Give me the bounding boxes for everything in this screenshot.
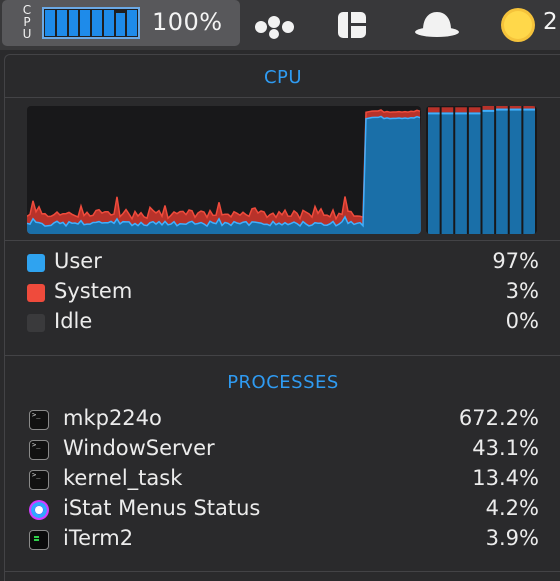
legend-label: User [54, 249, 102, 273]
core-user-bar [428, 112, 440, 234]
idle-swatch [27, 314, 45, 332]
core-user-edge [482, 109, 495, 112]
legend-label: System [54, 279, 133, 303]
layout-icon[interactable] [337, 0, 367, 50]
core-system-bar [468, 107, 481, 113]
terminal-icon [29, 440, 49, 460]
core-system-bar [428, 107, 440, 113]
core-user-edge [468, 112, 481, 115]
core-user-edge [441, 112, 454, 115]
cpu-dropdown-panel: CPU User 97% System 3% Idle 0% PROCESSES… [4, 54, 560, 581]
core-system-bar [455, 107, 467, 113]
core-system-bar [482, 106, 495, 110]
legend-value: 97% [492, 249, 539, 273]
core-bar [80, 10, 90, 36]
core-user-bar [523, 108, 535, 234]
system-area [27, 110, 421, 234]
divider [5, 355, 560, 356]
cpu-menu-item[interactable]: C P U 100% [2, 0, 240, 46]
dots-icon[interactable] [252, 0, 300, 50]
cpu-percent: 100% [152, 8, 223, 36]
process-cpu: 13.4% [472, 466, 539, 490]
core-system-bar [523, 106, 535, 109]
process-row[interactable]: kernel_task 13.4% [27, 465, 539, 495]
process-row[interactable]: iStat Menus Status 4.2% [27, 495, 539, 525]
hat-icon[interactable] [412, 0, 462, 50]
core-user-bar [509, 108, 522, 234]
cpu-section-title: CPU [263, 67, 303, 88]
user-line [27, 115, 421, 228]
process-row[interactable]: iTerm2 3.9% [27, 525, 539, 555]
sun-icon[interactable] [499, 0, 537, 50]
menubar-trailing-text[interactable]: 2 [543, 9, 558, 35]
core-bar [103, 10, 114, 36]
cpu-history-graph [27, 106, 421, 234]
cpu-vertical-label: C P U [20, 4, 34, 40]
core-user-edge [509, 108, 522, 111]
core-user-bar [441, 112, 454, 234]
divider [5, 571, 560, 572]
iterm-icon [29, 530, 49, 550]
legend-idle: Idle 0% [27, 308, 539, 338]
cpu-core-bars [42, 7, 140, 39]
core-system-bar [441, 107, 454, 113]
core-system-bar [496, 106, 508, 109]
legend-label: Idle [54, 309, 93, 333]
process-cpu: 43.1% [472, 436, 539, 460]
core-user-edge [428, 112, 440, 115]
legend-value: 3% [505, 279, 539, 303]
core-user-edge [523, 108, 535, 111]
core-user-edge [496, 108, 508, 111]
terminal-icon [29, 410, 49, 430]
core-bar [92, 10, 102, 36]
process-name: kernel_task [63, 466, 183, 490]
process-cpu: 3.9% [485, 526, 539, 550]
process-cpu: 4.2% [485, 496, 539, 520]
process-name: iStat Menus Status [63, 496, 261, 520]
core-user-bar [455, 112, 467, 234]
system-swatch [27, 284, 45, 302]
processes-section-title: PROCESSES [227, 372, 339, 393]
legend-value: 0% [505, 309, 539, 333]
cpu-core-meters [426, 106, 537, 234]
process-name: WindowServer [63, 436, 215, 460]
legend-user: User 97% [27, 248, 539, 278]
divider [5, 97, 560, 98]
cpu-label-letter: U [22, 27, 32, 41]
core-bar [68, 10, 79, 36]
terminal-icon [29, 470, 49, 490]
core-user-bar [482, 109, 495, 234]
core-user-edge [455, 112, 467, 115]
menu-bar: C P U 100% 2 [0, 0, 560, 50]
divider [5, 240, 560, 241]
istat-icon [29, 500, 49, 520]
core-system-bar [509, 106, 522, 109]
system-line [27, 109, 421, 221]
process-row[interactable]: WindowServer 43.1% [27, 435, 539, 465]
process-name: mkp224o [63, 406, 162, 430]
core-bar [45, 10, 55, 36]
core-user-bar [468, 112, 481, 234]
core-user-bar [496, 108, 508, 234]
process-row[interactable]: mkp224o 672.2% [27, 405, 539, 435]
legend-system: System 3% [27, 278, 539, 308]
process-cpu: 672.2% [458, 406, 539, 430]
core-bar [56, 10, 67, 36]
process-name: iTerm2 [63, 526, 134, 550]
user-swatch [27, 254, 45, 272]
core-bar [127, 10, 137, 36]
core-bar [115, 12, 126, 36]
